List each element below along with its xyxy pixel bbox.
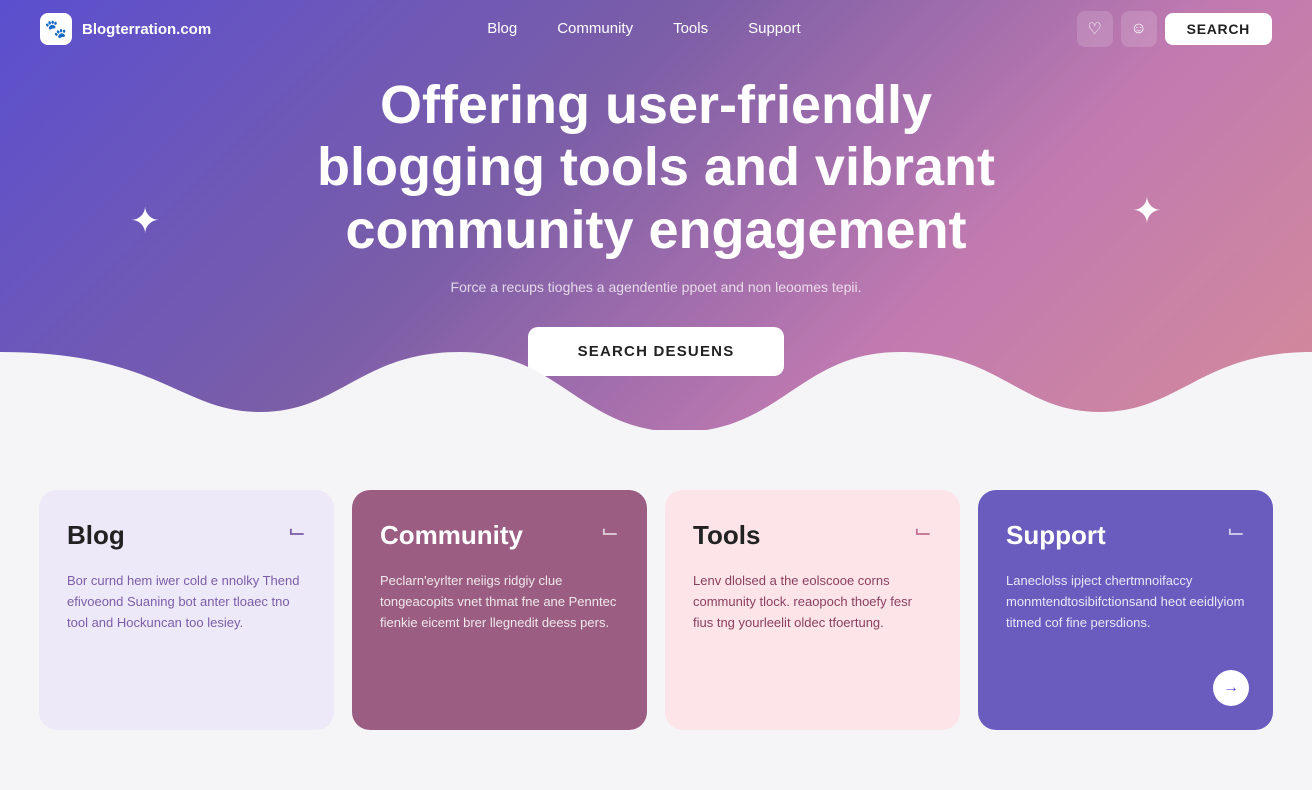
support-card-icon: ⌙ [1227, 518, 1245, 544]
hero-section: ✦ ✦ Offering user-friendly blogging tool… [0, 0, 1312, 430]
nav-link-community[interactable]: Community [557, 20, 633, 37]
nav-link-blog[interactable]: Blog [487, 20, 517, 37]
support-card-arrow-button[interactable]: → [1213, 670, 1249, 706]
sparkle-right-icon: ✦ [1132, 190, 1162, 232]
card-support: ⌙ Support Laneclolss ipject chertmnoifac… [978, 490, 1273, 730]
sparkle-left-icon: ✦ [130, 200, 160, 242]
nav-actions: ♡ ☺ SEARCH [1077, 11, 1272, 47]
nav-links: Blog Community Tools Support [487, 20, 800, 38]
heart-icon: ♡ [1087, 19, 1101, 39]
community-card-icon: ⌙ [601, 518, 619, 544]
navbar: 🐾 Blogterration.com Blog Community Tools… [0, 0, 1312, 58]
heart-icon-button[interactable]: ♡ [1077, 11, 1113, 47]
tools-card-icon: ⌙ [914, 518, 932, 544]
nav-link-tools[interactable]: Tools [673, 20, 708, 37]
cards-section: ⌙ Blog Bor curnd hem iwer cold e nnolky … [0, 430, 1312, 790]
support-card-title: Support [1006, 520, 1245, 551]
blog-card-title: Blog [67, 520, 306, 551]
nav-link-support[interactable]: Support [748, 20, 801, 37]
community-card-body: Peclarn'eyrlter neiigs ridgiy clue tonge… [380, 571, 619, 633]
hero-subtitle: Force a recups tioghes a agendentie ppoe… [451, 279, 862, 295]
hero-wave [0, 352, 1312, 430]
community-card-title: Community [380, 520, 619, 551]
card-blog: ⌙ Blog Bor curnd hem iwer cold e nnolky … [39, 490, 334, 730]
hero-title: Offering user-friendly blogging tools an… [266, 74, 1046, 260]
logo-text: Blogterration.com [82, 21, 211, 38]
logo-icon: 🐾 [40, 13, 72, 45]
user-icon: ☺ [1130, 20, 1146, 38]
blog-card-icon: ⌙ [288, 518, 306, 544]
blog-card-body: Bor curnd hem iwer cold e nnolky Thend e… [67, 571, 306, 633]
tools-card-title: Tools [693, 520, 932, 551]
tools-card-body: Lenv dlolsed a the eolscooe corns commun… [693, 571, 932, 633]
card-community: ⌙ Community Peclarn'eyrlter neiigs ridgi… [352, 490, 647, 730]
card-tools: ⌙ Tools Lenv dlolsed a the eolscooe corn… [665, 490, 960, 730]
support-card-body: Laneclolss ipject chertmnoifaccy monmten… [1006, 571, 1245, 633]
user-icon-button[interactable]: ☺ [1121, 11, 1157, 47]
logo[interactable]: 🐾 Blogterration.com [40, 13, 211, 45]
nav-search-button[interactable]: SEARCH [1165, 13, 1272, 45]
